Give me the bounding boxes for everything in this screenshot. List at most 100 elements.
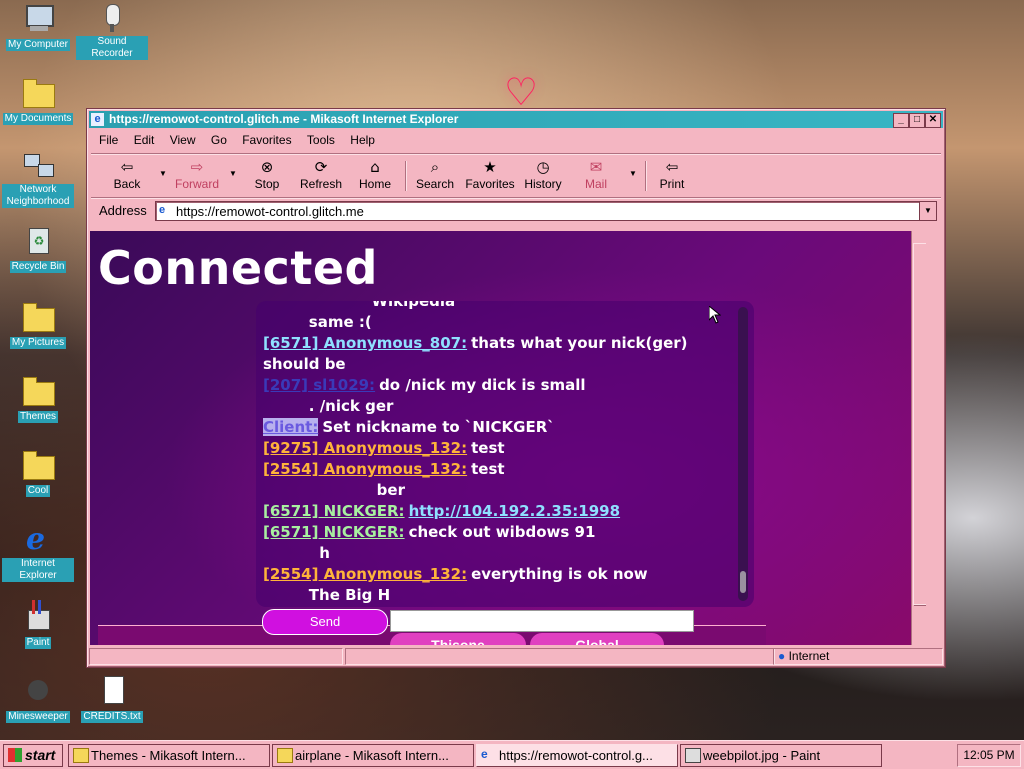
menu-go[interactable]: Go	[205, 131, 233, 147]
desktop-icon-paint[interactable]: Paint	[2, 600, 74, 649]
chat-nick[interactable]: Client:	[263, 418, 319, 436]
taskbar: start Themes - Mikasoft Intern... airpla…	[0, 740, 1024, 769]
hidden-nick	[263, 586, 305, 604]
print-button[interactable]: ⇦ Print	[655, 157, 689, 191]
chat-nick[interactable]: [207] sl1029:	[263, 376, 375, 394]
page-icon: e	[159, 204, 166, 216]
page-scrollbar[interactable]	[911, 231, 926, 645]
tab-global[interactable]: Global	[530, 633, 664, 645]
back-button[interactable]: ⇦ Back	[107, 157, 147, 191]
minimize-button[interactable]: _	[893, 113, 909, 128]
refresh-icon: ⟳	[314, 158, 328, 176]
desktop-icon-sound-recorder[interactable]: Sound Recorder	[76, 2, 148, 60]
refresh-button[interactable]: ⟳ Refresh	[297, 157, 345, 191]
chat-link[interactable]: http://104.192.2.35:1998	[409, 502, 621, 520]
chat-text: h	[319, 544, 330, 562]
internet-explorer-icon: e	[26, 522, 46, 557]
desktop-icon-themes[interactable]: Themes	[2, 374, 74, 423]
page-heading: Connected	[98, 241, 378, 295]
send-button[interactable]: Send	[262, 609, 388, 635]
icon-label: Recycle Bin	[9, 261, 67, 273]
chat-nick[interactable]: [2554] Anonymous_132:	[263, 565, 467, 583]
hidden-nick	[263, 481, 373, 499]
desktop-icon-my-pictures[interactable]: My Pictures	[2, 300, 74, 349]
zone-label: Internet	[788, 649, 830, 663]
close-button[interactable]: ✕	[925, 113, 941, 128]
chat-text: . /nick ger	[308, 397, 394, 415]
desktop-icon-network[interactable]: Network Neighborhood	[2, 150, 74, 208]
chat-scrollbar[interactable]	[738, 307, 748, 601]
icon-label: Themes	[17, 411, 59, 423]
chat-text: test	[471, 460, 505, 478]
desktop-icon-cool[interactable]: Cool	[2, 448, 74, 497]
chat-message: . /nick ger	[263, 396, 734, 417]
forward-button[interactable]: ⇨ Forward	[171, 157, 223, 191]
start-button[interactable]: start	[3, 744, 63, 767]
globe-icon: ●	[778, 649, 786, 663]
message-input[interactable]	[390, 610, 694, 632]
chat-text: same :(	[308, 313, 372, 331]
stop-icon: ⊗	[260, 158, 274, 176]
browser-window: e https://remowot-control.glitch.me - Mi…	[86, 108, 946, 668]
history-button[interactable]: ◷ History	[521, 157, 565, 191]
icon-label: Network Neighborhood	[2, 184, 74, 208]
address-value[interactable]: https://remowot-control.glitch.me	[176, 204, 364, 219]
page-scroll-thumb[interactable]	[913, 243, 926, 605]
task-label: https://remowot-control.g...	[499, 748, 653, 763]
search-button[interactable]: ⌕ Search	[413, 157, 457, 191]
menu-help[interactable]: Help	[344, 131, 381, 147]
menu-view[interactable]: View	[164, 131, 202, 147]
chat-text: The Big H	[308, 586, 391, 604]
microphone-icon	[96, 2, 128, 34]
refresh-label: Refresh	[299, 177, 343, 191]
forward-dropdown-icon[interactable]: ▼	[229, 169, 237, 178]
chat-scroll-thumb[interactable]	[740, 571, 746, 593]
desktop-icon-internet-explorer[interactable]: e Internet Explorer	[2, 524, 74, 582]
chat-text: everything is ok now	[471, 565, 648, 583]
desktop-icon-credits[interactable]: CREDITS.txt	[76, 674, 148, 723]
address-dropdown-icon[interactable]: ▼	[919, 202, 936, 220]
maximize-button[interactable]: □	[909, 113, 925, 128]
mail-button[interactable]: ✉ Mail	[581, 157, 611, 191]
toolbar-separator	[645, 161, 647, 191]
menu-file[interactable]: File	[93, 131, 124, 147]
desktop-icon-minesweeper[interactable]: Minesweeper	[2, 674, 74, 723]
address-label: Address	[99, 203, 147, 218]
stop-button[interactable]: ⊗ Stop	[249, 157, 285, 191]
chat-nick[interactable]: [9275] Anonymous_132:	[263, 439, 467, 457]
taskbar-item-paint[interactable]: weebpilot.jpg - Paint	[680, 744, 882, 767]
chat-message: [2554] Anonymous_132: test	[263, 459, 734, 480]
system-clock[interactable]: 12:05 PM	[957, 744, 1021, 767]
hidden-nick	[263, 301, 367, 310]
history-label: History	[524, 177, 562, 191]
chat-message: Wikipedia	[263, 301, 734, 312]
chat-nick[interactable]: [6571] NICKGER:	[263, 523, 405, 541]
chat-nick[interactable]: [2554] Anonymous_132:	[263, 460, 467, 478]
status-zone: ● Internet	[773, 648, 943, 665]
page-content: Connected Wikipedia same :( [6571] Anony…	[90, 231, 926, 645]
back-dropdown-icon[interactable]: ▼	[159, 169, 167, 178]
taskbar-item-airplane[interactable]: airplane - Mikasoft Intern...	[272, 744, 474, 767]
favorites-button[interactable]: ★ Favorites	[463, 157, 517, 191]
stop-label: Stop	[254, 177, 280, 191]
chat-nick[interactable]: [6571] Anonymous_807:	[263, 334, 467, 352]
mail-dropdown-icon[interactable]: ▼	[629, 169, 637, 178]
desktop-icon-my-computer[interactable]: My Computer	[2, 2, 74, 51]
title-bar[interactable]: e https://remowot-control.glitch.me - Mi…	[89, 111, 943, 128]
address-input[interactable]: e https://remowot-control.glitch.me ▼	[155, 201, 937, 221]
menu-tools[interactable]: Tools	[301, 131, 341, 147]
folder-icon	[277, 748, 293, 763]
menu-favorites[interactable]: Favorites	[236, 131, 297, 147]
desktop-icon-my-documents[interactable]: My Documents	[2, 76, 74, 125]
menu-edit[interactable]: Edit	[128, 131, 161, 147]
search-label: Search	[415, 177, 455, 191]
taskbar-item-themes[interactable]: Themes - Mikasoft Intern...	[68, 744, 270, 767]
chat-message: [9275] Anonymous_132: test	[263, 438, 734, 459]
chat-message: [207] sl1029: do /nick my dick is small	[263, 375, 734, 396]
chat-nick[interactable]: [6571] NICKGER:	[263, 502, 405, 520]
desktop-icon-recycle-bin[interactable]: ♻ Recycle Bin	[2, 224, 74, 273]
tab-thisone[interactable]: Thisone	[390, 633, 526, 645]
taskbar-item-browser[interactable]: e https://remowot-control.g...	[476, 744, 678, 767]
icon-label: CREDITS.txt	[81, 711, 143, 723]
home-button[interactable]: ⌂ Home	[355, 157, 395, 191]
